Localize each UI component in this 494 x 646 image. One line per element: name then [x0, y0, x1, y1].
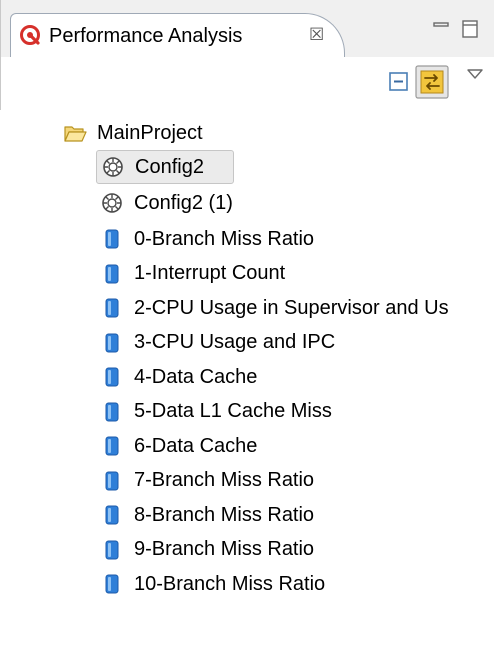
config-gear-icon	[102, 193, 122, 213]
tree-item-config[interactable]: Config2	[96, 150, 234, 184]
tab-title: Performance Analysis	[49, 25, 243, 47]
tree-item-data-source[interactable]: 3-CPU Usage and IPC	[100, 326, 335, 360]
tree-item-data-source[interactable]: 7-Branch Miss Ratio	[100, 464, 314, 498]
tree-item-data-source[interactable]: 6-Data Cache	[100, 429, 257, 463]
tree-item-label: 3-CPU Usage and IPC	[134, 331, 336, 353]
tree-item-label: 9-Branch Miss Ratio	[134, 538, 315, 560]
database-icon	[105, 402, 119, 421]
database-icon	[105, 367, 119, 387]
database-icon	[105, 298, 119, 318]
minimize-icon[interactable]	[430, 18, 452, 40]
tree-item-data-source[interactable]: 9-Branch Miss Ratio	[100, 533, 314, 567]
collapse-all-icon[interactable]	[388, 71, 410, 93]
database-icon	[105, 471, 119, 490]
tree-item-label: 2-CPU Usage in Supervisor and Us	[134, 296, 449, 319]
database-icon	[105, 229, 119, 249]
tree-item-label: 1-Interrupt Count	[134, 262, 286, 284]
tree-item-label: 6-Data Cache	[134, 434, 258, 457]
tree-item-label: MainProject	[97, 121, 203, 144]
view-menu-icon[interactable]	[466, 67, 484, 81]
config-gear-icon	[103, 157, 123, 177]
tree-item-label: Config2	[135, 155, 204, 178]
tree-item-label: Config2 (1)	[134, 191, 233, 214]
tree-item-config[interactable]: Config2 (1)	[100, 186, 233, 220]
database-icon	[105, 505, 119, 525]
tree-item-data-source[interactable]: 1-Interrupt Count	[100, 257, 285, 291]
tree-item-mainproject[interactable]: MainProject	[63, 116, 203, 150]
tree-item-data-source[interactable]: 5-Data L1 Cache Miss	[100, 395, 332, 429]
tree-item-data-source[interactable]: 4-Data Cache	[100, 360, 257, 394]
database-icon	[105, 264, 119, 283]
database-icon	[105, 333, 119, 352]
folder-open-icon	[64, 126, 87, 142]
tree-item-label: 7-Branch Miss Ratio	[134, 469, 315, 491]
tree-item-label: 0-Branch Miss Ratio	[134, 227, 315, 250]
tree-item-data-source[interactable]: 8-Branch Miss Ratio	[100, 498, 314, 532]
maximize-icon[interactable]	[459, 18, 481, 40]
link-with-editor-icon[interactable]	[415, 65, 449, 99]
tree-item-label: 10-Branch Miss Ratio	[134, 572, 326, 595]
tree-item-label: 4-Data Cache	[134, 365, 258, 388]
tree-item-data-source[interactable]: 0-Branch Miss Ratio	[100, 222, 314, 256]
tab-performance-analysis[interactable]: Performance Analysis ☒	[10, 13, 345, 57]
tree-item-data-source[interactable]: 10-Branch Miss Ratio	[100, 567, 325, 601]
tree-item-label: 8-Branch Miss Ratio	[134, 503, 315, 526]
database-icon	[105, 540, 119, 559]
tree-item-label: 5-Data L1 Cache Miss	[134, 400, 332, 422]
view-toolbar	[0, 57, 494, 107]
tree-item-data-source[interactable]: 2-CPU Usage in Supervisor and Us	[100, 291, 449, 325]
close-icon[interactable]: ☒	[309, 24, 324, 46]
performance-analysis-icon	[20, 25, 40, 45]
database-icon	[105, 436, 119, 456]
project-tree: MainProject Config2 Config2 (1) 0-Branch…	[0, 110, 494, 646]
database-icon	[105, 574, 119, 594]
